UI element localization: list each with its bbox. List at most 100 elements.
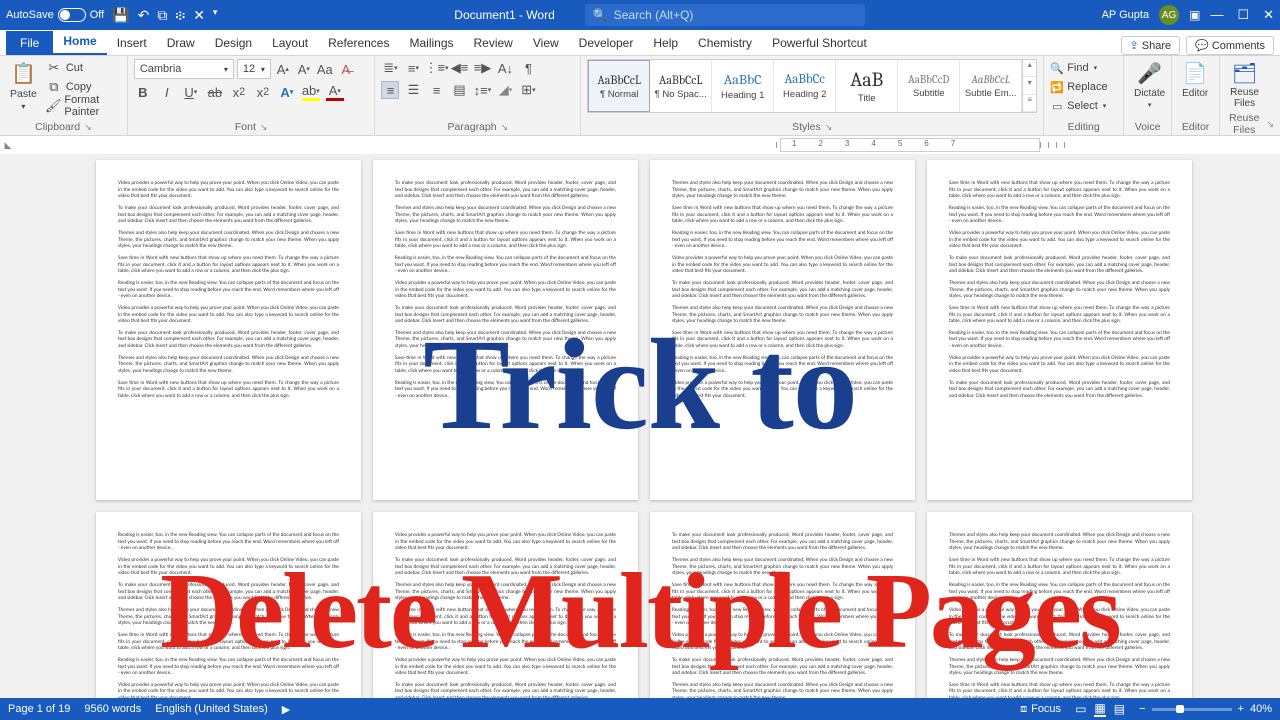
dictate-button[interactable]: 🎤 Dictate ▾ <box>1130 59 1169 111</box>
align-center-icon[interactable]: ☰ <box>404 81 422 99</box>
copy-icon[interactable]: ⧉ <box>157 7 167 24</box>
maximize-icon[interactable]: ☐ <box>1237 7 1249 23</box>
style--no-spac-[interactable]: AaBbCcL¶ No Spac... <box>650 60 712 112</box>
highlight-icon[interactable]: ab▾ <box>302 83 320 101</box>
dialog-launcher-icon[interactable]: ↘ <box>84 122 92 133</box>
ruler-corner-icon[interactable]: ◣ <box>0 140 16 151</box>
align-left-icon[interactable]: ≡ <box>381 81 399 99</box>
grow-font-icon[interactable]: A▴ <box>274 60 292 78</box>
user-name[interactable]: AP Gupta <box>1102 9 1150 21</box>
tab-insert[interactable]: Insert <box>107 31 157 55</box>
align-right-icon[interactable]: ≡ <box>427 81 445 99</box>
justify-icon[interactable]: ▤ <box>450 81 468 99</box>
reuse-files-button[interactable]: 🗂 Reuse Files <box>1226 59 1263 111</box>
tab-chemistry[interactable]: Chemistry <box>688 31 762 55</box>
style-subtitle[interactable]: AaBbCcDSubtitle <box>898 60 960 112</box>
underline-icon[interactable]: U▾ <box>182 83 200 101</box>
borders-icon[interactable]: ⊞▾ <box>519 81 537 99</box>
zoom-level[interactable]: 40% <box>1250 703 1272 715</box>
increase-indent-icon[interactable]: ≡▶ <box>473 59 491 77</box>
read-mode-icon[interactable]: ▭ <box>1075 702 1086 716</box>
web-layout-icon[interactable]: ▤ <box>1114 702 1125 716</box>
text-effects-icon[interactable]: A▾ <box>278 83 296 101</box>
macro-icon[interactable]: ▶ <box>282 703 290 716</box>
italic-icon[interactable]: I <box>158 83 176 101</box>
reuse-icon: 🗂 <box>1232 61 1257 86</box>
search-input[interactable]: 🔍 Search (Alt+Q) <box>585 4 865 26</box>
dialog-launcher-icon[interactable]: ↘ <box>825 122 833 133</box>
undo-icon[interactable]: ↶ <box>138 7 150 24</box>
style-subtle-em-[interactable]: AaBbCcLSubtle Em... <box>960 60 1022 112</box>
tab-home[interactable]: Home <box>53 29 106 55</box>
status-words[interactable]: 9560 words <box>84 703 141 715</box>
status-language[interactable]: English (United States) <box>155 703 268 715</box>
dialog-launcher-icon[interactable]: ↘ <box>1266 119 1274 130</box>
tab-draw[interactable]: Draw <box>157 31 205 55</box>
styles-gallery[interactable]: AaBbCcL¶ NormalAaBbCcL¶ No Spac...AaBbCH… <box>587 59 1037 113</box>
zoom-slider[interactable]: − + 40% <box>1139 703 1272 715</box>
tab-help[interactable]: Help <box>643 31 688 55</box>
multilevel-icon[interactable]: ⋮≡▾ <box>427 59 445 77</box>
superscript-icon[interactable]: x2 <box>254 83 272 101</box>
paste-button[interactable]: 📋 Paste ▾ <box>6 59 41 113</box>
share-button[interactable]: ⇪Share <box>1121 36 1181 55</box>
bullets-icon[interactable]: ≣▾ <box>381 59 399 77</box>
dialog-launcher-icon[interactable]: ↘ <box>501 122 509 133</box>
focus-mode-button[interactable]: ⧈Focus <box>1020 703 1061 716</box>
font-color-icon[interactable]: A▾ <box>326 83 344 101</box>
show-marks-icon[interactable]: ¶ <box>519 59 537 77</box>
ribbon-display-icon[interactable]: ▣ <box>1189 8 1200 22</box>
font-size-select[interactable]: 12▾ <box>237 59 271 79</box>
print-layout-icon[interactable]: ▦ <box>1094 701 1105 717</box>
strikethrough-icon[interactable]: ab <box>206 83 224 101</box>
status-page[interactable]: Page 1 of 19 <box>8 703 70 715</box>
user-avatar[interactable]: AG <box>1159 5 1179 25</box>
window-close-icon[interactable]: ✕ <box>1263 7 1274 23</box>
decrease-indent-icon[interactable]: ◀≡ <box>450 59 468 77</box>
close-icon[interactable]: ✕ <box>193 7 205 24</box>
tab-references[interactable]: References <box>318 31 399 55</box>
tab-design[interactable]: Design <box>205 31 262 55</box>
comments-button[interactable]: 💬Comments <box>1186 36 1274 55</box>
replace-button[interactable]: 🔁Replace <box>1050 78 1107 96</box>
minimize-icon[interactable]: — <box>1210 7 1223 23</box>
tab-review[interactable]: Review <box>464 31 523 55</box>
clear-format-icon[interactable]: A̶ <box>337 60 355 78</box>
shading-icon[interactable]: ◢▾ <box>496 81 514 99</box>
tree-icon[interactable]: ፨ <box>175 7 185 24</box>
dialog-launcher-icon[interactable]: ↘ <box>260 122 268 133</box>
autosave-toggle[interactable]: AutoSave Off <box>6 8 104 22</box>
subscript-icon[interactable]: x2 <box>230 83 248 101</box>
sort-icon[interactable]: A↓ <box>496 59 514 77</box>
change-case-icon[interactable]: Aa <box>316 60 334 78</box>
page-thumbnail[interactable]: Save time in Word with new buttons that … <box>927 160 1192 500</box>
format-painter-button[interactable]: 🖌Format Painter <box>45 97 121 115</box>
editor-button[interactable]: 📄 Editor <box>1178 59 1212 101</box>
ruler[interactable]: ◣ 1234567 <box>0 136 1280 154</box>
font-name-select[interactable]: Cambria▾ <box>134 59 234 79</box>
find-button[interactable]: 🔍Find▾ <box>1050 59 1107 77</box>
zoom-in-icon[interactable]: + <box>1238 703 1244 715</box>
tab-developer[interactable]: Developer <box>569 31 644 55</box>
tab-file[interactable]: File <box>6 31 53 55</box>
numbering-icon[interactable]: ≡▾ <box>404 59 422 77</box>
style--normal[interactable]: AaBbCcL¶ Normal <box>588 60 650 112</box>
tab-mailings[interactable]: Mailings <box>399 31 463 55</box>
tab-powerful-shortcut[interactable]: Powerful Shortcut <box>762 31 877 55</box>
gallery-up-icon[interactable]: ▴ <box>1023 60 1036 77</box>
style-heading-1[interactable]: AaBbCHeading 1 <box>712 60 774 112</box>
select-button[interactable]: ▭Select▾ <box>1050 97 1107 115</box>
line-spacing-icon[interactable]: ↕≡▾ <box>473 81 491 99</box>
zoom-out-icon[interactable]: − <box>1139 703 1145 715</box>
tab-view[interactable]: View <box>523 31 569 55</box>
gallery-more-icon[interactable]: ≡ <box>1023 95 1036 112</box>
style-heading-2[interactable]: AaBbCcHeading 2 <box>774 60 836 112</box>
gallery-down-icon[interactable]: ▾ <box>1023 78 1036 95</box>
style-title[interactable]: AaBTitle <box>836 60 898 112</box>
bold-icon[interactable]: B <box>134 83 152 101</box>
save-icon[interactable]: 💾 <box>112 7 129 24</box>
page-thumbnail[interactable]: Video provides a powerful way to help yo… <box>96 160 361 500</box>
shrink-font-icon[interactable]: A▾ <box>295 60 313 78</box>
tab-layout[interactable]: Layout <box>262 31 318 55</box>
cut-button[interactable]: ✂Cut <box>45 59 121 77</box>
